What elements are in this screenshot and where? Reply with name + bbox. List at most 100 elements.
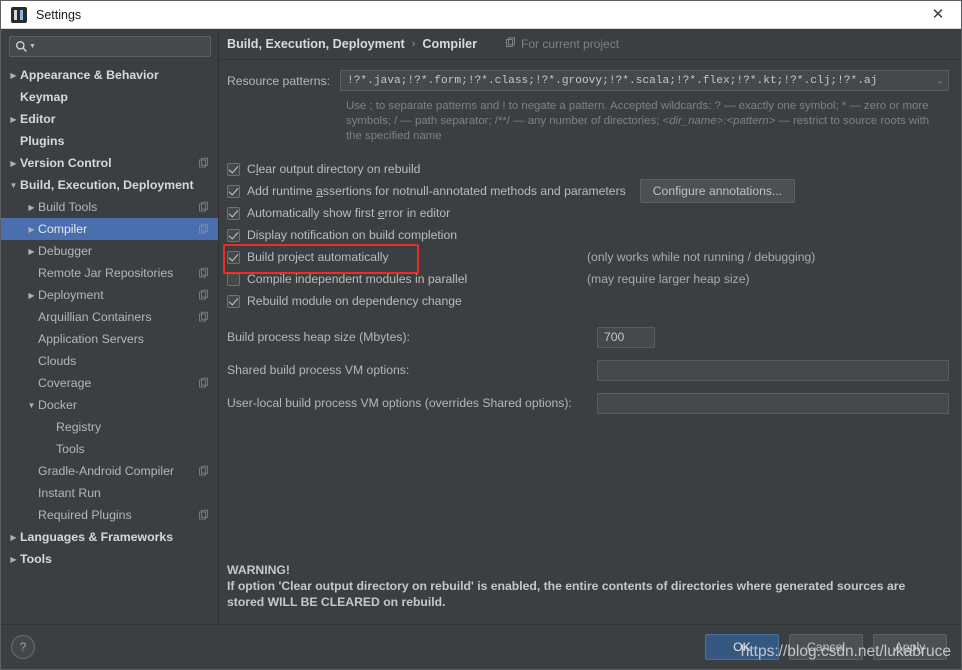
search-input[interactable] bbox=[39, 38, 205, 55]
apply-button[interactable]: Apply bbox=[873, 634, 947, 660]
chevron-down-icon[interactable]: ▼ bbox=[25, 401, 38, 410]
module-badge-icon bbox=[198, 509, 209, 521]
search-dropdown-icon[interactable]: ▼ bbox=[29, 43, 36, 50]
sidebar-item-build-tools[interactable]: ▶ Build Tools bbox=[1, 196, 218, 218]
sidebar-item-required-plugins[interactable]: Required Plugins bbox=[1, 504, 218, 526]
expand-field-icon[interactable]: ⌄ bbox=[936, 76, 943, 85]
compiler-options-list: Clear output directory on rebuild Add run… bbox=[223, 158, 949, 312]
sidebar-search-wrap: ▼ bbox=[1, 29, 218, 61]
sidebar-item-application-servers[interactable]: Application Servers bbox=[1, 328, 218, 350]
checkbox-label-mnemonic: e bbox=[377, 206, 385, 220]
sidebar-item-instant-run[interactable]: Instant Run bbox=[1, 482, 218, 504]
sidebar-item-plugins[interactable]: Plugins bbox=[1, 130, 218, 152]
sidebar-item-label: Plugins bbox=[20, 134, 65, 148]
checkbox-row-rebuild-module-on-dependency-change[interactable]: Rebuild module on dependency change bbox=[227, 290, 949, 312]
param-label: Shared build process VM options: bbox=[227, 363, 410, 377]
breadcrumb-parent[interactable]: Build, Execution, Deployment bbox=[227, 37, 405, 51]
chevron-right-icon[interactable]: ▶ bbox=[25, 247, 38, 256]
sidebar-item-label: Editor bbox=[20, 112, 56, 126]
checkbox-label-part1: Display notification on build completion bbox=[247, 228, 458, 242]
checkbox-label: Build project automatically bbox=[247, 250, 389, 264]
chevron-right-icon[interactable]: ▶ bbox=[7, 71, 20, 80]
checkbox-automatically-show-first-error-in-editor[interactable] bbox=[227, 206, 240, 220]
checkbox-label-part2: rror in editor bbox=[384, 206, 451, 220]
checkbox-label-mnemonic: a bbox=[316, 184, 323, 198]
sidebar-item-keymap[interactable]: Keymap bbox=[1, 86, 218, 108]
sidebar-item-label: Version Control bbox=[20, 156, 112, 170]
sidebar-item-label: Tools bbox=[56, 442, 85, 456]
ok-button[interactable]: OK bbox=[705, 634, 779, 660]
sidebar-item-deployment[interactable]: ▶ Deployment bbox=[1, 284, 218, 306]
param-input-build-process-heap-size-mbytes[interactable] bbox=[597, 326, 655, 348]
chevron-right-icon[interactable]: ▶ bbox=[7, 159, 20, 168]
cancel-button[interactable]: Cancel bbox=[789, 634, 863, 660]
sidebar-item-label: Compiler bbox=[38, 222, 88, 236]
chevron-right-icon[interactable]: ▶ bbox=[25, 203, 38, 212]
sidebar-item-label: Gradle-Android Compiler bbox=[38, 464, 175, 478]
module-badge-icon bbox=[198, 201, 209, 213]
checkbox-row-build-project-automatically[interactable]: Build project automatically (only works w… bbox=[223, 244, 949, 274]
checkbox-row-compile-independent-modules-in-parallel[interactable]: Compile independent modules in parallel (… bbox=[227, 268, 949, 290]
sidebar-item-tools[interactable]: Tools bbox=[1, 438, 218, 460]
chevron-right-icon[interactable]: ▶ bbox=[25, 291, 38, 300]
sidebar-item-appearance-behavior[interactable]: ▶ Appearance & Behavior bbox=[1, 64, 218, 86]
sidebar-item-version-control[interactable]: ▶ Version Control bbox=[1, 152, 218, 174]
window-title: Settings bbox=[36, 7, 82, 22]
sidebar-item-debugger[interactable]: ▶ Debugger bbox=[1, 240, 218, 262]
help-icon[interactable]: ? bbox=[11, 635, 35, 659]
checkbox-label: Automatically show first error in editor bbox=[247, 206, 450, 220]
chevron-right-icon[interactable]: ▶ bbox=[25, 225, 38, 234]
checkbox-build-project-automatically[interactable] bbox=[227, 250, 240, 264]
sidebar-item-gradle-android-compiler[interactable]: Gradle-Android Compiler bbox=[1, 460, 218, 482]
sidebar-item-docker[interactable]: ▼ Docker bbox=[1, 394, 218, 416]
search-icon bbox=[15, 40, 28, 53]
settings-tree: ▶ Appearance & Behavior Keymap ▶ Editor Plugi… bbox=[1, 61, 218, 624]
breadcrumb: Build, Execution, Deployment › Compiler … bbox=[219, 29, 961, 60]
close-icon[interactable]: ✕ bbox=[915, 1, 961, 27]
sidebar-item-tools[interactable]: ▶ Tools bbox=[1, 548, 218, 570]
checkbox-display-notification-on-build-completion[interactable] bbox=[227, 228, 240, 242]
chevron-right-icon[interactable]: ▶ bbox=[7, 533, 20, 542]
param-label: User-local build process VM options (ove… bbox=[227, 396, 572, 410]
module-badge-icon bbox=[198, 465, 209, 477]
param-input-shared-build-process-vm-options[interactable] bbox=[597, 359, 949, 381]
sidebar-item-editor[interactable]: ▶ Editor bbox=[1, 108, 218, 130]
sidebar-item-compiler[interactable]: ▶ Compiler bbox=[1, 218, 218, 240]
settings-dialog: Settings ✕ ▼ ▶ Appearance & Behavior Keyma… bbox=[0, 0, 962, 670]
module-badge-icon bbox=[198, 157, 209, 169]
param-input-user-local-build-process-vm-options-overrides-shared-options[interactable] bbox=[597, 392, 949, 414]
sidebar-item-label: Clouds bbox=[38, 354, 77, 368]
title-bar: Settings ✕ bbox=[1, 1, 961, 29]
configure-annotations-button[interactable]: Configure annotations... bbox=[639, 179, 796, 203]
sidebar-item-registry[interactable]: Registry bbox=[1, 416, 218, 438]
chevron-right-icon[interactable]: ▶ bbox=[7, 555, 20, 564]
checkbox-compile-independent-modules-in-parallel[interactable] bbox=[227, 272, 240, 286]
checkbox-add-runtime-assertions-for-notnull-annotated-methods-and-parameters[interactable] bbox=[227, 184, 240, 198]
checkbox-row-automatically-show-first-error-in-editor[interactable]: Automatically show first error in editor bbox=[227, 202, 949, 224]
checkbox-label-part1: Compile independent modules in parallel bbox=[247, 272, 468, 286]
sidebar-item-label: Build, Execution, Deployment bbox=[20, 178, 194, 192]
module-badge-icon bbox=[198, 311, 209, 323]
search-box[interactable]: ▼ bbox=[9, 36, 211, 57]
resource-patterns-input[interactable] bbox=[339, 70, 949, 91]
sidebar-item-label: Coverage bbox=[38, 376, 92, 390]
sidebar-item-clouds[interactable]: Clouds bbox=[1, 350, 218, 372]
module-badge-icon bbox=[198, 223, 209, 235]
breadcrumb-separator-icon: › bbox=[411, 38, 416, 50]
param-row-user-local-build-process-vm-options-overrides-shared-options: User-local build process VM options (ove… bbox=[227, 392, 949, 414]
chevron-right-icon[interactable]: ▶ bbox=[7, 115, 20, 124]
checkbox-row-clear-output-directory-on-rebuild[interactable]: Clear output directory on rebuild bbox=[227, 158, 949, 180]
checkbox-row-display-notification-on-build-completion[interactable]: Display notification on build completion bbox=[227, 224, 949, 246]
checkbox-label: Display notification on build completion bbox=[247, 228, 457, 242]
sidebar-item-arquillian-containers[interactable]: Arquillian Containers bbox=[1, 306, 218, 328]
checkbox-row-add-runtime-assertions-for-notnull-annotated-methods-and-parameters[interactable]: Add runtime assertions for notnull-annot… bbox=[227, 179, 949, 203]
resource-patterns-hint: Use ; to separate patterns and ! to nega… bbox=[346, 99, 946, 144]
sidebar-item-remote-jar-repositories[interactable]: Remote Jar Repositories bbox=[1, 262, 218, 284]
warning-title: WARNING! bbox=[227, 563, 290, 577]
checkbox-clear-output-directory-on-rebuild[interactable] bbox=[227, 162, 240, 176]
sidebar-item-build-execution-deployment[interactable]: ▼ Build, Execution, Deployment bbox=[1, 174, 218, 196]
checkbox-rebuild-module-on-dependency-change[interactable] bbox=[227, 294, 240, 308]
sidebar-item-languages-frameworks[interactable]: ▶ Languages & Frameworks bbox=[1, 526, 218, 548]
sidebar-item-coverage[interactable]: Coverage bbox=[1, 372, 218, 394]
chevron-down-icon[interactable]: ▼ bbox=[7, 181, 20, 190]
